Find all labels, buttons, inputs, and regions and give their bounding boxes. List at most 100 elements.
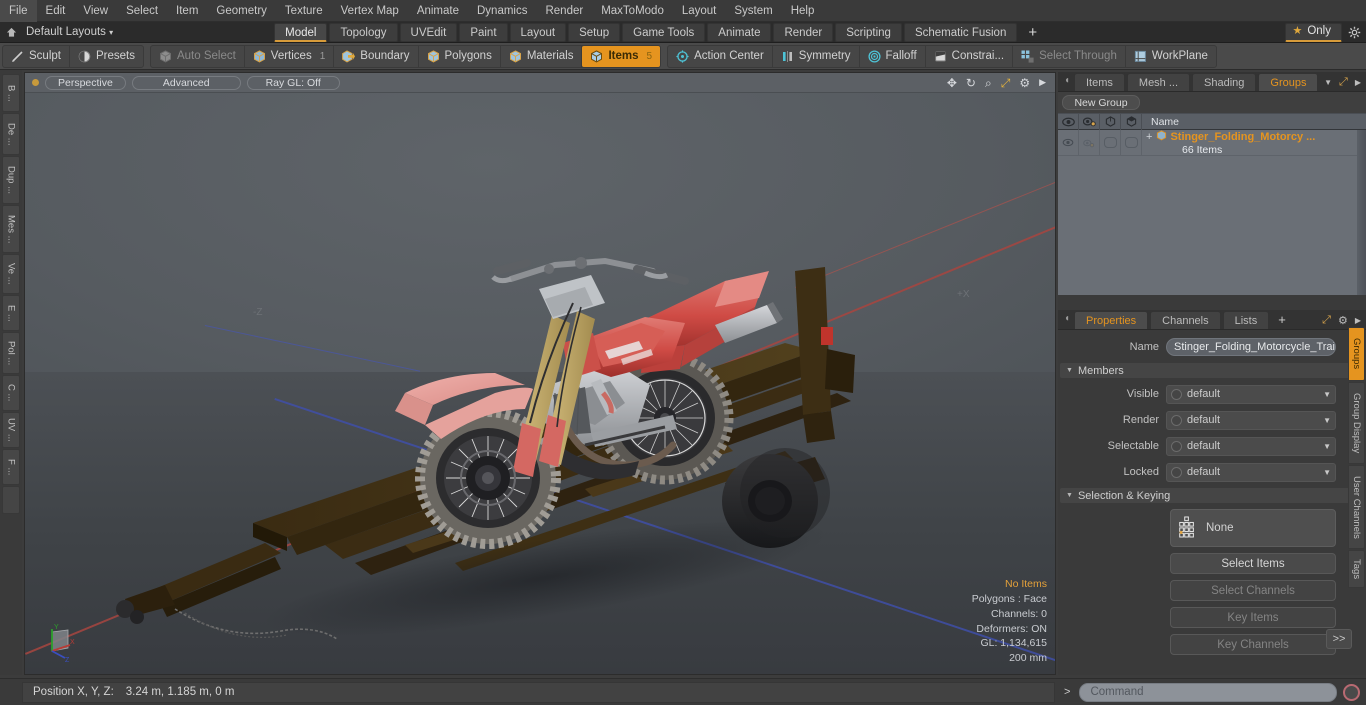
arrow-right-icon[interactable]: ▶ [1355, 78, 1361, 87]
axis-gizmo[interactable]: Y X Z [39, 620, 85, 666]
key-channels-button[interactable]: Key Channels [1170, 634, 1336, 655]
tool-button-auto-select[interactable]: Auto Select [151, 45, 245, 67]
zoom-icon[interactable]: ⌕ [985, 77, 992, 89]
layout-tab-game-tools[interactable]: Game Tools [622, 22, 706, 42]
tool-button-materials[interactable]: Materials [501, 45, 583, 67]
tool-button-items[interactable]: Items 5 [582, 45, 661, 67]
layout-tab-model[interactable]: Model [274, 22, 328, 42]
row-expander-icon[interactable]: + [1146, 131, 1152, 143]
row-eye-icon[interactable] [1058, 130, 1079, 155]
gear-icon[interactable] [1342, 22, 1366, 43]
tool-button-polygons[interactable]: Polygons [419, 45, 501, 67]
channel-knob-icon[interactable] [1171, 414, 1182, 426]
panel-spinner-icon[interactable]: ◖ [1060, 71, 1074, 91]
group-list-empty-area[interactable] [1058, 156, 1366, 295]
tab-channels[interactable]: Channels [1150, 311, 1221, 329]
side-tab-group-display[interactable]: Group Display [1348, 382, 1365, 464]
tab-items[interactable]: Items [1074, 73, 1125, 91]
add-properties-tab-button[interactable]: + [1271, 311, 1293, 329]
row-render-icon[interactable] [1079, 130, 1100, 155]
rotate-icon[interactable]: ↻ [966, 77, 976, 89]
tool-button-vertices[interactable]: Vertices 1 [245, 45, 335, 67]
tab-properties[interactable]: Properties [1074, 311, 1149, 329]
select-channels-button[interactable]: Select Channels [1170, 580, 1336, 601]
menu-item-texture[interactable]: Texture [276, 0, 332, 22]
menu-item-item[interactable]: Item [167, 0, 207, 22]
panel-spinner-icon[interactable]: ◖ [1060, 309, 1074, 329]
side-tab-tags[interactable]: Tags [1348, 550, 1365, 588]
layout-tab-topology[interactable]: Topology [329, 22, 398, 42]
menu-item-dynamics[interactable]: Dynamics [468, 0, 536, 22]
channel-knob-icon[interactable] [1171, 466, 1182, 478]
side-tab-groups[interactable]: Groups [1348, 327, 1365, 381]
viewport-shading-dropdown[interactable]: Advanced [131, 75, 241, 90]
tab-lists[interactable]: Lists [1222, 311, 1270, 329]
viewport-projection-dropdown[interactable]: Perspective [45, 75, 126, 90]
select-items-button[interactable]: Select Items [1170, 553, 1336, 574]
left-tab-polygon[interactable]: Pol ... [2, 332, 20, 374]
only-toggle-button[interactable]: ★ Only [1285, 22, 1342, 42]
record-icon[interactable] [1343, 683, 1360, 701]
expand-icon[interactable]: ⤢ [1322, 314, 1331, 327]
left-tab-edge[interactable]: E ... [2, 295, 20, 331]
3d-viewport[interactable]: Perspective Advanced Ray GL: Off ✥ ↻ ⌕ ⤢… [24, 72, 1056, 675]
menu-item-edit[interactable]: Edit [37, 0, 75, 22]
new-group-button[interactable]: New Group [1062, 95, 1140, 110]
visible-dropdown[interactable]: default ▼ [1166, 384, 1336, 404]
move-icon[interactable]: ✥ [947, 77, 957, 89]
wireframe-icon[interactable] [1100, 113, 1121, 130]
gear-icon[interactable]: ⚙ [1019, 77, 1030, 89]
locked-dropdown[interactable]: default ▼ [1166, 462, 1336, 482]
tab-groups[interactable]: Groups [1258, 73, 1319, 91]
default-layouts-dropdown[interactable]: Default Layouts ▾ [22, 22, 121, 43]
menu-item-vertex-map[interactable]: Vertex Map [332, 0, 408, 22]
tab-shading[interactable]: Shading [1192, 73, 1257, 91]
channel-knob-icon[interactable] [1171, 440, 1182, 452]
left-tab-deform[interactable]: De ... [2, 113, 20, 155]
tab-mesh[interactable]: Mesh ... [1126, 73, 1191, 91]
command-input[interactable]: Command [1079, 682, 1337, 702]
tool-button-symmetry[interactable]: Symmetry [773, 45, 860, 67]
menu-item-view[interactable]: View [74, 0, 117, 22]
side-tab-user-channels[interactable]: User Channels [1348, 465, 1365, 549]
menu-item-animate[interactable]: Animate [408, 0, 468, 22]
key-items-button[interactable]: Key Items [1170, 607, 1336, 628]
left-tab-mesh-edit[interactable]: Mes ... [2, 205, 20, 253]
selection-set-field[interactable]: None [1170, 509, 1336, 547]
render-dropdown[interactable]: default ▼ [1166, 410, 1336, 430]
expand-more-button[interactable]: >> [1326, 629, 1352, 649]
menu-item-render[interactable]: Render [536, 0, 592, 22]
tool-button-workplane[interactable]: WorkPlane [1126, 46, 1216, 67]
row-shaded-toggle[interactable] [1121, 130, 1142, 155]
chevron-down-icon[interactable]: ▼ [1324, 78, 1332, 87]
fit-icon[interactable]: ⤢ [1001, 77, 1011, 89]
viewport-raygl-dropdown[interactable]: Ray GL: Off [246, 75, 340, 90]
tool-button-presets[interactable]: Presets [70, 46, 143, 67]
layout-tab-uvedit[interactable]: UVEdit [399, 22, 458, 42]
layout-tab-setup[interactable]: Setup [568, 22, 621, 42]
layout-tab-scripting[interactable]: Scripting [835, 22, 902, 42]
render-icon[interactable] [1079, 113, 1100, 130]
left-tab-extra[interactable] [2, 486, 20, 514]
layout-tab-paint[interactable]: Paint [459, 22, 508, 42]
arrow-right-icon[interactable]: ▶ [1355, 316, 1361, 325]
table-row[interactable]: + Stinger_Folding_Motorcy ... 66 Items [1058, 130, 1366, 156]
left-tab-curve[interactable]: C ... [2, 375, 20, 411]
layout-tab-animate[interactable]: Animate [707, 22, 772, 42]
menu-item-file[interactable]: File [0, 0, 37, 22]
menu-item-maxtomodo[interactable]: MaxToModo [592, 0, 673, 22]
channel-knob-icon[interactable] [1171, 388, 1182, 400]
left-tab-vertex[interactable]: Ve ... [2, 254, 20, 294]
layout-tab-layout[interactable]: Layout [509, 22, 567, 42]
menu-item-help[interactable]: Help [782, 0, 824, 22]
gear-icon[interactable]: ⚙ [1338, 314, 1348, 327]
selectable-dropdown[interactable]: default ▼ [1166, 436, 1336, 456]
layout-tab-schematic-fusion[interactable]: Schematic Fusion [903, 22, 1018, 42]
menu-item-layout[interactable]: Layout [673, 0, 726, 22]
menu-item-system[interactable]: System [725, 0, 781, 22]
group-name-field[interactable]: Stinger_Folding_Motorcycle_Trail [1166, 338, 1336, 356]
tool-button-falloff[interactable]: Falloff [860, 45, 926, 67]
tool-button-constrain[interactable]: Constrai... [926, 45, 1014, 67]
left-tab-basic[interactable]: B ... [2, 74, 20, 112]
eye-icon[interactable] [1058, 113, 1079, 130]
